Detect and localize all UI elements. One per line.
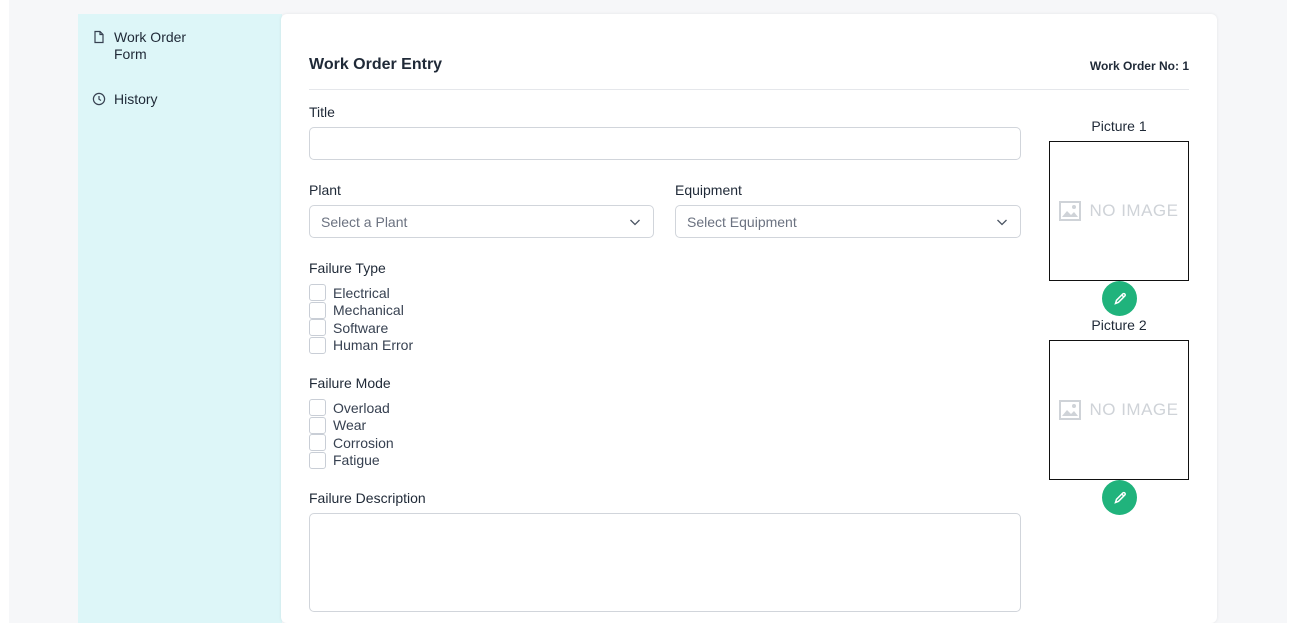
checkbox-label: Fatigue — [333, 452, 380, 469]
checkbox-label: Corrosion — [333, 434, 394, 451]
checkbox-wear[interactable]: Wear — [309, 416, 394, 435]
checkbox-corrosion[interactable]: Corrosion — [309, 434, 394, 452]
sidebar-item-work-order-form[interactable]: Work Order Form — [92, 29, 204, 63]
no-image-placeholder: NO IMAGE — [1059, 201, 1178, 221]
work-order-card: Work Order Entry Work Order No: 1 Title … — [281, 14, 1217, 623]
sidebar-item-label: History — [114, 91, 158, 107]
equipment-label: Equipment — [675, 182, 742, 198]
checkbox-label: Mechanical — [333, 302, 404, 319]
plant-select[interactable]: Select a Plant — [309, 205, 654, 238]
work-order-number: Work Order No: 1 — [1089, 59, 1189, 73]
title-input[interactable] — [309, 127, 1021, 160]
checkbox-box[interactable] — [309, 336, 326, 354]
picture-2-box: NO IMAGE — [1049, 340, 1189, 480]
chevron-down-icon — [630, 219, 640, 226]
edit-picture-1-button[interactable] — [1102, 281, 1137, 316]
checkbox-label: Overload — [333, 399, 390, 416]
title-label: Title — [309, 104, 335, 120]
checkbox-overload[interactable]: Overload — [309, 399, 394, 417]
failure-description-label: Failure Description — [309, 490, 426, 506]
picture-1-box: NO IMAGE — [1049, 141, 1189, 281]
sidebar-item-history[interactable]: History — [92, 91, 204, 108]
pencil-icon — [1113, 491, 1126, 504]
image-icon — [1059, 201, 1082, 221]
checkbox-box[interactable] — [309, 284, 326, 302]
failure-mode-label: Failure Mode — [309, 375, 391, 391]
checkbox-label: Electrical — [333, 284, 390, 301]
clock-icon — [92, 92, 106, 106]
edit-picture-2-button[interactable] — [1102, 480, 1137, 515]
no-image-text: NO IMAGE — [1089, 201, 1179, 220]
pencil-icon — [1113, 292, 1126, 305]
checkbox-box[interactable] — [309, 399, 326, 417]
checkbox-fatigue[interactable]: Fatigue — [309, 451, 394, 470]
checkbox-label: Human Error — [333, 337, 414, 354]
plant-label: Plant — [309, 182, 341, 198]
no-image-placeholder: NO IMAGE — [1059, 400, 1178, 420]
card-header: Work Order Entry Work Order No: 1 — [309, 56, 1189, 90]
checkbox-box[interactable] — [309, 434, 326, 452]
checkbox-box[interactable] — [309, 319, 326, 337]
failure-description-textarea[interactable] — [309, 513, 1021, 612]
failure-type-group: Electrical Mechanical Software Human Err… — [309, 284, 413, 354]
checkbox-box[interactable] — [309, 416, 326, 434]
page-title: Work Order Entry — [309, 56, 443, 73]
checkbox-box[interactable] — [309, 451, 326, 469]
checkbox-label: Software — [333, 319, 389, 336]
checkbox-box[interactable] — [309, 301, 326, 319]
sidebar: Work Order Form History — [78, 14, 282, 623]
image-icon — [1059, 400, 1082, 420]
checkbox-human-error[interactable]: Human Error — [309, 336, 414, 355]
document-icon — [94, 30, 104, 44]
checkbox-software[interactable]: Software — [309, 319, 413, 337]
checkbox-electrical[interactable]: Electrical — [309, 284, 413, 302]
checkbox-mechanical[interactable]: Mechanical — [309, 301, 413, 320]
picture-1-label: Picture 1 — [1091, 118, 1147, 134]
picture-2-label: Picture 2 — [1091, 317, 1147, 333]
sidebar-item-label: Work Order Form — [114, 29, 187, 62]
plant-select-placeholder: Select a Plant — [321, 213, 408, 230]
no-image-text: NO IMAGE — [1089, 400, 1179, 419]
chevron-down-icon — [997, 219, 1007, 226]
checkbox-label: Wear — [333, 417, 367, 434]
failure-type-label: Failure Type — [309, 260, 386, 276]
equipment-select-placeholder: Select Equipment — [687, 213, 797, 230]
equipment-select[interactable]: Select Equipment — [675, 205, 1021, 238]
failure-mode-group: Overload Wear Corrosion Fatigue — [309, 399, 394, 469]
